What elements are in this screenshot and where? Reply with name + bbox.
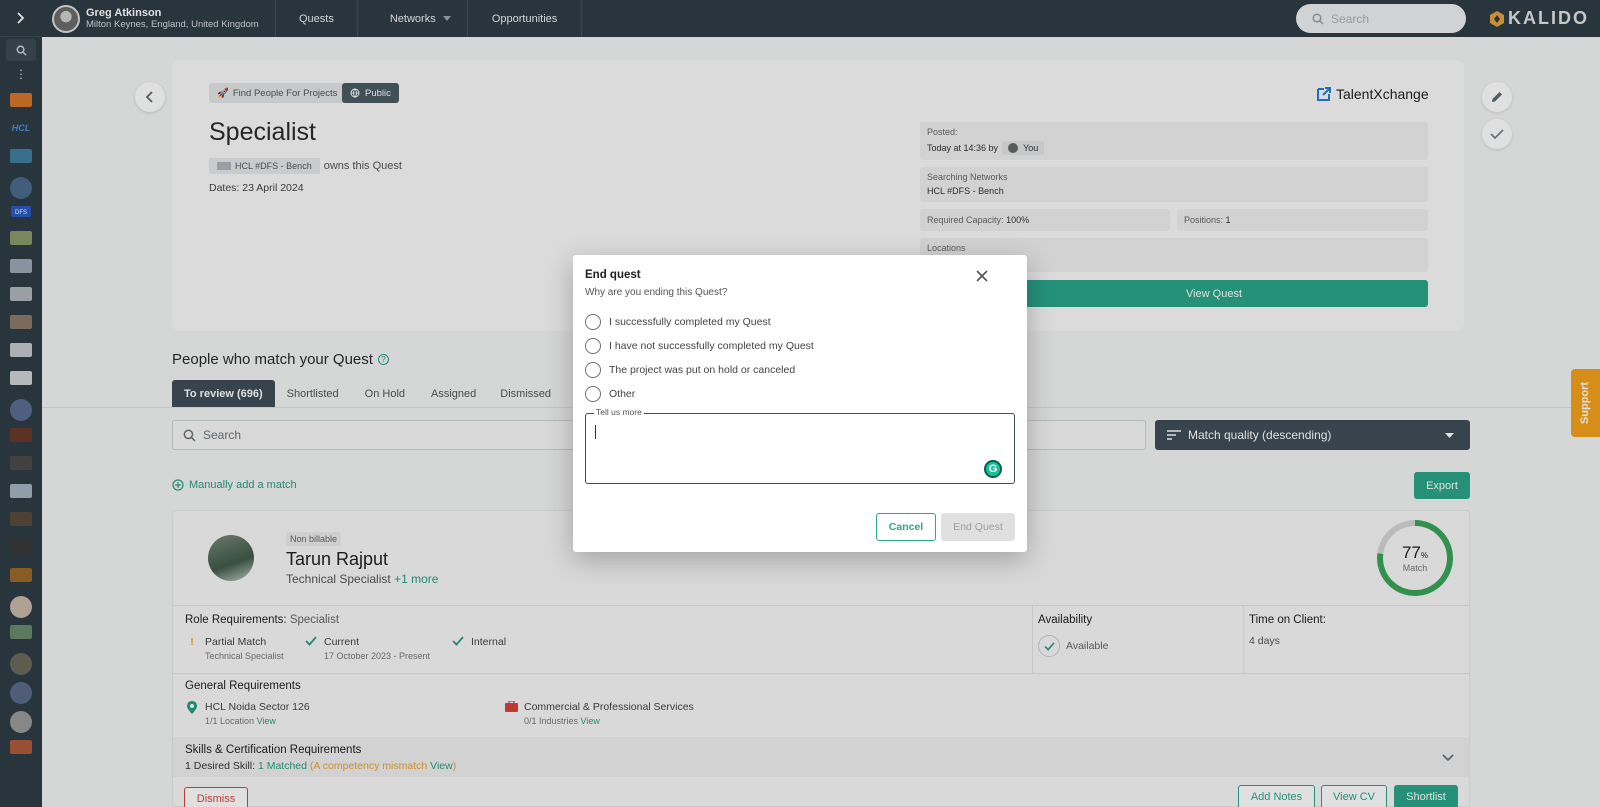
tell-us-more-textarea[interactable]: Tell us more G (585, 407, 1015, 484)
text-caret (595, 425, 596, 439)
dialog-title: End quest (585, 269, 641, 281)
close-icon[interactable] (973, 267, 991, 285)
reason-label: I have not successfully completed my Que… (609, 340, 814, 352)
reason-label: The project was put on hold or canceled (609, 364, 796, 376)
reason-option-other[interactable]: Other (585, 386, 635, 402)
end-quest-confirm-button[interactable]: End Quest (941, 513, 1015, 541)
cancel-button[interactable]: Cancel (876, 513, 936, 541)
radio-button[interactable] (585, 362, 601, 378)
radio-button[interactable] (585, 386, 601, 402)
radio-button[interactable] (585, 314, 601, 330)
grammarly-icon[interactable]: G (984, 460, 1002, 478)
reason-label: I successfully completed my Quest (609, 316, 771, 328)
reason-option-on-hold[interactable]: The project was put on hold or canceled (585, 362, 795, 378)
radio-button[interactable] (585, 338, 601, 354)
end-quest-dialog: End quest Why are you ending this Quest?… (573, 255, 1027, 552)
textarea-label: Tell us more (594, 407, 644, 417)
dialog-subtitle: Why are you ending this Quest? (585, 287, 728, 298)
reason-option-completed[interactable]: I successfully completed my Quest (585, 314, 771, 330)
reason-option-not-completed[interactable]: I have not successfully completed my Que… (585, 338, 814, 354)
reason-label: Other (609, 388, 636, 400)
